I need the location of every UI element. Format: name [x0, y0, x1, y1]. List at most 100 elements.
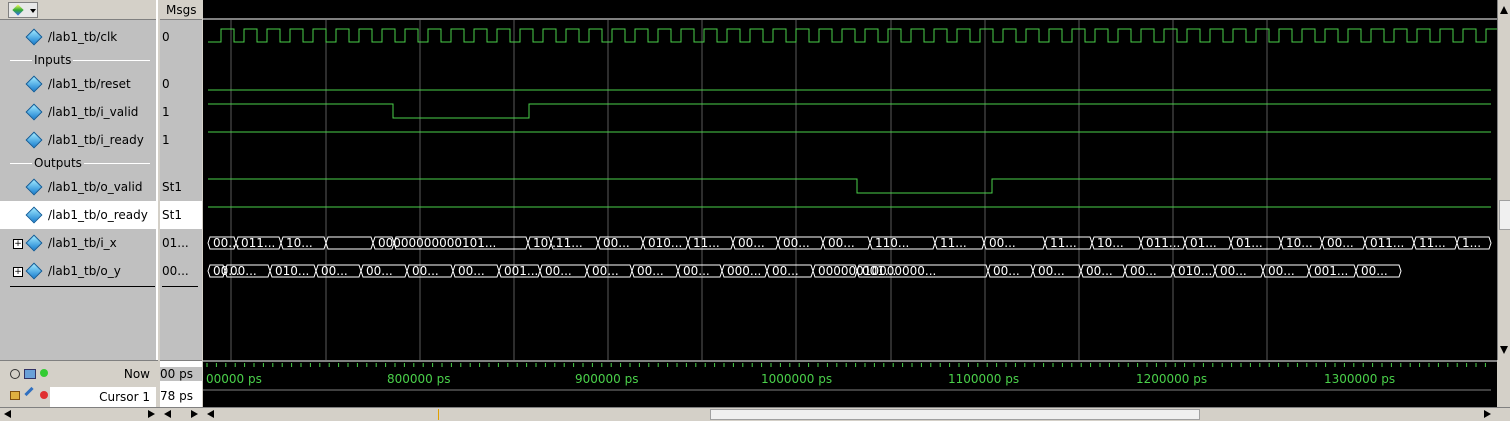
wrench-icon[interactable] [24, 386, 34, 397]
i-x-bus-value: 00... [828, 236, 855, 250]
scroll-thumb[interactable] [1499, 200, 1510, 230]
signal-row-o-y[interactable]: + /lab1_tb/o_y [0, 257, 158, 285]
names-scroll-right-arrow[interactable] [148, 410, 155, 418]
ruler-label: 1300000 ps [1324, 372, 1395, 386]
i-x-bus-value: 01... [1236, 236, 1263, 250]
signal-name: /lab1_tb/clk [48, 30, 118, 44]
signal-name: /lab1_tb/i_x [48, 236, 117, 250]
i-x-bus-value: 11... [693, 236, 720, 250]
signal-row-o-valid[interactable]: /lab1_tb/o_valid [0, 173, 158, 201]
divider-inputs[interactable]: Inputs [0, 50, 158, 70]
i-x-bus-value: 00... [738, 236, 765, 250]
expand-icon[interactable]: + [13, 267, 23, 277]
values-header: Msgs [160, 0, 202, 20]
signal-icon [25, 206, 43, 224]
cursor-value: 78 ps [160, 389, 193, 403]
signal-row-o-ready[interactable]: /lab1_tb/o_ready [0, 201, 158, 229]
signal-value: St1 [162, 180, 182, 194]
i-x-bus-value: 10... [1097, 236, 1124, 250]
wave-menu-button[interactable] [8, 2, 38, 18]
signal-row-clk[interactable]: /lab1_tb/clk [0, 23, 158, 51]
ruler-label: 1000000 ps [761, 372, 832, 386]
i-x-bus-segment [325, 236, 374, 250]
i-x-bus-value: 10... [286, 236, 313, 250]
now-value: 00 ps [160, 367, 202, 381]
waveform-svg[interactable]: 00... 011... 10... 00000000000101... 10...11… [203, 0, 1509, 360]
signal-names-panel: /lab1_tb/clk Inputs /lab1_tb/reset /lab1… [0, 0, 158, 360]
signal-row-i-x[interactable]: + /lab1_tb/i_x [0, 229, 158, 257]
time-ruler-svg[interactable]: 00000 ps 800000 ps 900000 ps 1000000 ps 1100… [203, 360, 1497, 408]
signal-icon [25, 103, 43, 121]
o-y-bus-value: 001... [504, 264, 538, 278]
i-x-bus-value: 00... [603, 236, 630, 250]
i-x-bus-value: 010... [648, 236, 682, 250]
diamond-icon [12, 4, 24, 16]
signal-value: 1 [162, 133, 170, 147]
ruler-label: 800000 ps [387, 372, 451, 386]
o-y-bus-value: 00... [321, 264, 348, 278]
signal-value: 1 [162, 105, 170, 119]
ruler-label: 1100000 ps [948, 372, 1019, 386]
lock-icon[interactable] [10, 391, 20, 400]
cursor-values: 00 ps 78 ps [160, 360, 202, 408]
signal-name: /lab1_tb/o_valid [48, 180, 143, 194]
insertion-marker [10, 286, 155, 287]
names-scroll-left-arrow[interactable] [4, 410, 11, 418]
msgs-label: Msgs [166, 3, 197, 17]
scroll-up-arrow[interactable] [1500, 6, 1508, 14]
i-x-bus-value: 1... [1462, 236, 1481, 250]
add-cursor-icon[interactable] [40, 369, 48, 377]
o-y-bus-value: 00... [772, 264, 799, 278]
i-x-bus-value: 00... [1327, 236, 1354, 250]
o-y-bus-value: 00... [458, 264, 485, 278]
signal-name: /lab1_tb/o_ready [48, 208, 148, 222]
i-x-bus-value: 110... [875, 236, 909, 250]
o-y-bus-value: 00... [592, 264, 619, 278]
cursor-label: Cursor 1 [99, 390, 150, 404]
cursor-name-field[interactable]: Cursor 1 [50, 387, 156, 407]
o-y-bus-value: 00... [637, 264, 664, 278]
o-y-bus-value: 00... [366, 264, 393, 278]
chevron-down-icon [30, 9, 36, 13]
time-ruler[interactable]: 00000 ps 800000 ps 900000 ps 1000000 ps 1100… [203, 360, 1497, 408]
waveform-canvas[interactable]: 00... 011... 10... 00000000000101... 10... 11… [203, 0, 1509, 360]
i-x-bus-value: 00... [989, 236, 1016, 250]
o-y-bus-value: 00... [993, 264, 1020, 278]
remove-cursor-icon[interactable] [40, 391, 48, 399]
msgs-scroll-right-arrow[interactable] [191, 410, 198, 418]
wave-scroll-left-arrow[interactable] [207, 410, 214, 418]
msgs-scroll-left-arrow[interactable] [164, 410, 171, 418]
o-y-bus-value: 010... [1178, 264, 1212, 278]
signal-icon [25, 28, 43, 46]
zoom-icon[interactable] [10, 369, 20, 379]
divider-outputs[interactable]: Outputs [0, 153, 158, 173]
scroll-down-arrow[interactable] [1500, 346, 1508, 354]
signal-name: /lab1_tb/o_y [48, 264, 121, 278]
i-x-bus-value: 11... [1419, 236, 1446, 250]
signal-value: 0 [162, 77, 170, 91]
o-y-bus-value: 00... [412, 264, 439, 278]
wave-scroll-right-arrow[interactable] [1484, 410, 1491, 418]
o-y-bus-value: 00... [683, 264, 710, 278]
horizontal-scrollbar[interactable] [0, 407, 1510, 421]
signal-icon [25, 75, 43, 93]
i-x-bus-value: 011... [1146, 236, 1180, 250]
signal-row-i-ready[interactable]: /lab1_tb/i_ready [0, 126, 158, 154]
monitor-icon[interactable] [24, 369, 36, 379]
signal-row-i-valid[interactable]: /lab1_tb/i_valid [0, 98, 158, 126]
expand-icon[interactable]: + [13, 239, 23, 249]
vertical-scrollbar[interactable] [1497, 0, 1510, 360]
o-y-bus-value: 00... [1130, 264, 1157, 278]
o-y-bus-value: 00... [230, 264, 257, 278]
i-x-bus-value: 11... [556, 236, 583, 250]
i-valid-waveform [208, 103, 1491, 119]
o-y-bus-value: 00... [545, 264, 572, 278]
values-panel: Msgs 0 0 1 1 St1 St1 01... 00... [160, 0, 202, 360]
signal-row-reset[interactable]: /lab1_tb/reset [0, 70, 158, 98]
signal-name: /lab1_tb/reset [48, 77, 131, 91]
divider-label: Outputs [32, 153, 84, 173]
ruler-label: 1200000 ps [1136, 372, 1207, 386]
o-y-bus-value: 00... [1086, 264, 1113, 278]
signal-name: /lab1_tb/i_valid [48, 105, 139, 119]
wave-scroll-thumb[interactable] [710, 409, 1200, 420]
